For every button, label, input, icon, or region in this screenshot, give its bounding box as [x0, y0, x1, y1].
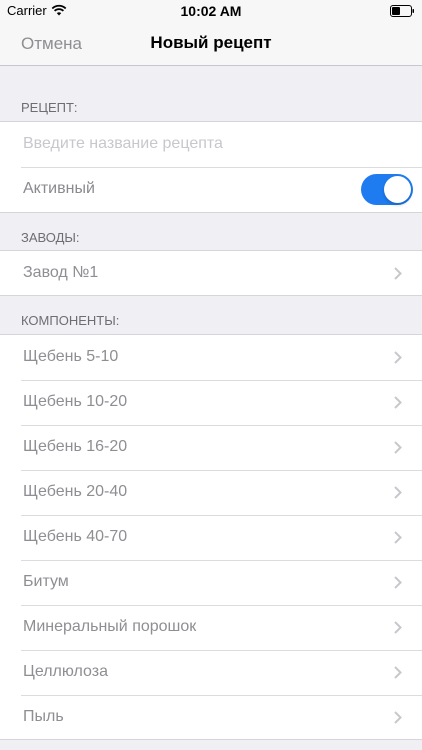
list-item-label: Пыль	[23, 708, 64, 725]
chevron-right-icon	[394, 621, 402, 634]
recipe-name-cell	[0, 122, 422, 167]
list-item-label: Щебень 20-40	[23, 483, 128, 500]
chevron-right-icon	[394, 531, 402, 544]
list-item-label: Целлюлоза	[23, 663, 108, 680]
recipe-group: Активный	[0, 121, 422, 213]
list-item-label: Минеральный порошок	[23, 618, 197, 635]
toggle-knob	[384, 176, 411, 203]
section-header-recipe: РЕЦЕПТ:	[21, 100, 78, 115]
plants-group: Завод №1	[0, 250, 422, 296]
section-header-components: КОМПОНЕНТЫ:	[21, 313, 120, 328]
list-item[interactable]: Щебень 10-20	[0, 380, 422, 425]
list-item[interactable]: Щебень 5-10	[0, 335, 422, 380]
section-header-plants: ЗАВОДЫ:	[21, 230, 80, 245]
page-title: Новый рецепт	[150, 33, 272, 52]
chevron-right-icon	[394, 576, 402, 589]
status-time: 10:02 AM	[180, 3, 242, 19]
chevron-right-icon	[394, 666, 402, 679]
active-label: Активный	[23, 180, 95, 197]
list-item[interactable]: Битум	[0, 560, 422, 605]
chevron-right-icon	[394, 711, 402, 724]
list-item[interactable]: Щебень 16-20	[0, 425, 422, 470]
list-item[interactable]: Щебень 40-70	[0, 515, 422, 560]
list-item[interactable]: Щебень 20-40	[0, 470, 422, 515]
chevron-right-icon	[394, 486, 402, 499]
battery-icon	[390, 5, 414, 17]
active-cell: Активный	[0, 167, 422, 212]
chevron-right-icon	[394, 267, 402, 280]
list-item[interactable]: Минеральный порошок	[0, 605, 422, 650]
chevron-right-icon	[394, 396, 402, 409]
navigation-bar: Отмена Новый рецепт	[0, 22, 422, 66]
list-item-label: Щебень 40-70	[23, 528, 128, 545]
recipe-name-input[interactable]	[23, 134, 393, 154]
list-item-label: Завод №1	[23, 264, 99, 281]
list-item[interactable]: Завод №1	[0, 251, 422, 296]
list-item[interactable]: Пыль	[0, 695, 422, 740]
list-item-label: Щебень 16-20	[23, 438, 128, 455]
list-item-label: Битум	[23, 573, 69, 590]
active-toggle[interactable]	[361, 174, 413, 205]
status-bar: Carrier 10:02 AM	[0, 0, 422, 22]
list-item[interactable]: Целлюлоза	[0, 650, 422, 695]
chevron-right-icon	[394, 351, 402, 364]
components-group: Щебень 5-10 Щебень 10-20 Щебень 16-20 Ще…	[0, 334, 422, 740]
chevron-right-icon	[394, 441, 402, 454]
list-item-label: Щебень 5-10	[23, 348, 119, 365]
list-item-label: Щебень 10-20	[23, 393, 128, 410]
